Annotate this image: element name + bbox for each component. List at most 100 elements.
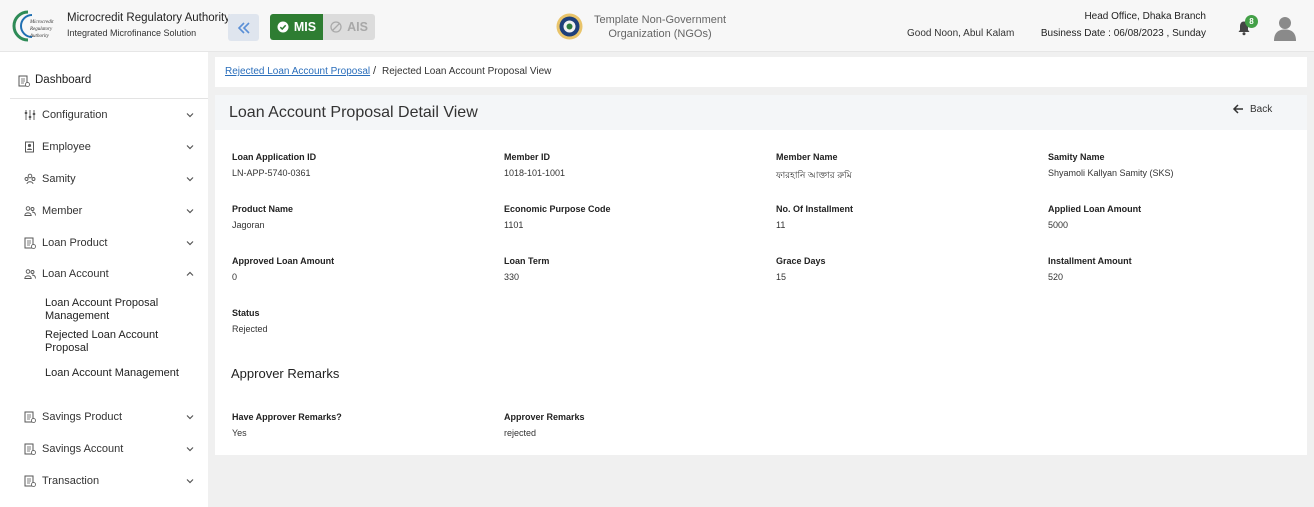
- sidebar-item-member[interactable]: Member: [0, 196, 208, 226]
- sidebar-item-transaction[interactable]: Transaction: [0, 466, 208, 496]
- field-loan-term: Loan Term 330: [504, 256, 549, 282]
- collapse-sidebar-button[interactable]: [228, 14, 259, 41]
- org-name: Microcredit Regulatory Authority: [67, 12, 230, 24]
- sidebar-item-label: Configuration: [42, 109, 108, 121]
- field-value: 15: [776, 272, 787, 282]
- sidebar-item-label: Loan Product: [42, 237, 108, 249]
- field-label: Approver Remarks: [504, 412, 585, 422]
- field-value: Rejected: [232, 324, 268, 334]
- document-icon: [24, 237, 36, 249]
- breadcrumb-current: Rejected Loan Account Proposal View: [382, 66, 552, 77]
- sidebar-item-label: Samity: [42, 173, 76, 185]
- field-value: Jagoran: [232, 220, 265, 230]
- field-value: 330: [504, 272, 520, 282]
- field-label: Have Approver Remarks?: [232, 412, 342, 422]
- sidebar-item-savings-account[interactable]: Savings Account: [0, 434, 208, 464]
- ngo-name: Template Non-Government Organization (NG…: [593, 14, 727, 40]
- document-icon: [24, 411, 36, 423]
- ngo-seal-icon: [556, 13, 583, 40]
- field-member-id: Member ID 1018-101-1001: [504, 152, 565, 178]
- field-label: Installment Amount: [1048, 256, 1132, 266]
- page-title-bar: Loan Account Proposal Detail View Back: [215, 95, 1307, 130]
- breadcrumb-link-rejected-proposals[interactable]: Rejected Loan Account Proposal: [225, 66, 370, 77]
- sidebar-subitem-loan-proposal-management[interactable]: Loan Account Proposal Management: [45, 297, 195, 323]
- sidebar-item-label: Employee: [42, 141, 91, 153]
- field-value: LN-APP-5740-0361: [232, 168, 311, 178]
- business-date: Business Date : 06/08/2023 , Sunday: [1040, 28, 1206, 39]
- dashboard-icon: [18, 75, 30, 87]
- mis-toggle-button[interactable]: MIS: [270, 14, 323, 40]
- document-icon: [24, 443, 36, 455]
- check-circle-icon: [277, 21, 289, 33]
- field-value: ফারহানি আক্তার রুমি: [776, 170, 852, 180]
- breadcrumb-separator: /: [373, 65, 377, 77]
- document-icon: [24, 475, 36, 487]
- back-label: Back: [1250, 103, 1273, 115]
- chevron-down-icon: [186, 177, 194, 182]
- chevron-down-icon: [186, 241, 194, 246]
- user-avatar-icon[interactable]: [1272, 15, 1298, 41]
- field-label: Applied Loan Amount: [1048, 204, 1142, 214]
- field-label: Loan Term: [504, 256, 550, 266]
- field-product-name: Product Name Jagoran: [232, 204, 293, 230]
- arrow-left-icon: [1232, 104, 1243, 114]
- field-loan-application-id: Loan Application ID LN-APP-5740-0361: [232, 152, 316, 178]
- field-value: 0: [232, 272, 238, 282]
- sidebar-item-loan-account[interactable]: Loan Account: [0, 259, 208, 289]
- sidebar-item-dashboard[interactable]: Dashboard: [0, 69, 208, 93]
- sidebar-subitem-rejected-loan-proposal[interactable]: Rejected Loan Account Proposal: [45, 329, 195, 355]
- sidebar-divider: [10, 98, 208, 99]
- field-value: Yes: [232, 428, 247, 438]
- svg-text:Regulatory: Regulatory: [29, 27, 53, 32]
- field-label: Samity Name: [1048, 152, 1105, 162]
- sidebar-item-loan-product[interactable]: Loan Product: [0, 228, 208, 258]
- field-applied-loan-amount: Applied Loan Amount 5000: [1048, 204, 1141, 230]
- sidebar-item-configuration[interactable]: Configuration: [0, 100, 208, 130]
- field-approved-loan-amount: Approved Loan Amount 0: [232, 256, 334, 282]
- chevron-down-icon: [186, 145, 194, 150]
- approver-remarks-heading: Approver Remarks: [231, 366, 340, 381]
- field-label: Approved Loan Amount: [232, 256, 335, 266]
- field-installment-amount: Installment Amount 520: [1048, 256, 1132, 282]
- field-label: Economic Purpose Code: [504, 204, 611, 214]
- field-value: rejected: [504, 428, 537, 438]
- field-label: Grace Days: [776, 256, 826, 266]
- sidebar-item-label: Transaction: [42, 475, 100, 487]
- sidebar-subitem-loan-account-management[interactable]: Loan Account Management: [45, 367, 195, 380]
- sidebar-item-label: Dashboard: [35, 74, 92, 86]
- field-value: 1101: [504, 220, 524, 230]
- field-value: Shyamoli Kallyan Samity (SKS): [1048, 168, 1174, 178]
- chevron-down-icon: [186, 447, 194, 452]
- field-value: 11: [776, 220, 786, 230]
- chevron-down-icon: [186, 113, 194, 118]
- back-button[interactable]: Back: [1232, 103, 1272, 115]
- double-chevron-left-icon: [237, 21, 250, 34]
- field-label: Loan Application ID: [232, 152, 317, 162]
- field-value: 5000: [1048, 220, 1069, 230]
- field-value: 520: [1048, 272, 1064, 282]
- sidebar: Dashboard Configuration Employee Samity: [0, 52, 208, 507]
- top-header: Microcredit Regulatory Authority Microcr…: [0, 0, 1314, 52]
- field-status: Status Rejected: [232, 308, 268, 334]
- chevron-down-icon: [186, 415, 194, 420]
- field-label: Status: [232, 308, 260, 318]
- notification-count-badge: 8: [1245, 15, 1258, 28]
- sidebar-item-savings-product[interactable]: Savings Product: [0, 402, 208, 432]
- sidebar-item-label: Savings Account: [42, 443, 124, 455]
- sidebar-item-employee[interactable]: Employee: [0, 132, 208, 162]
- people-icon: [24, 206, 36, 216]
- svg-text:Microcredit: Microcredit: [29, 20, 54, 25]
- field-label: No. Of Installment: [776, 204, 854, 214]
- loan-proposal-detail-card: Loan Application ID LN-APP-5740-0361 Mem…: [215, 130, 1307, 455]
- sidebar-item-samity[interactable]: Samity: [0, 164, 208, 194]
- sidebar-item-label: Loan Account: [42, 268, 109, 280]
- mra-logo: Microcredit Regulatory Authority: [12, 10, 54, 42]
- chevron-down-icon: [186, 209, 194, 214]
- field-economic-purpose-code: Economic Purpose Code 1101: [504, 204, 611, 230]
- sidebar-item-label: Savings Product: [42, 411, 123, 423]
- id-card-icon: [25, 141, 34, 153]
- chevron-down-icon: [186, 479, 194, 484]
- group-icon: [24, 173, 36, 185]
- field-label: Product Name: [232, 204, 294, 214]
- ais-toggle-button[interactable]: AIS: [323, 14, 375, 40]
